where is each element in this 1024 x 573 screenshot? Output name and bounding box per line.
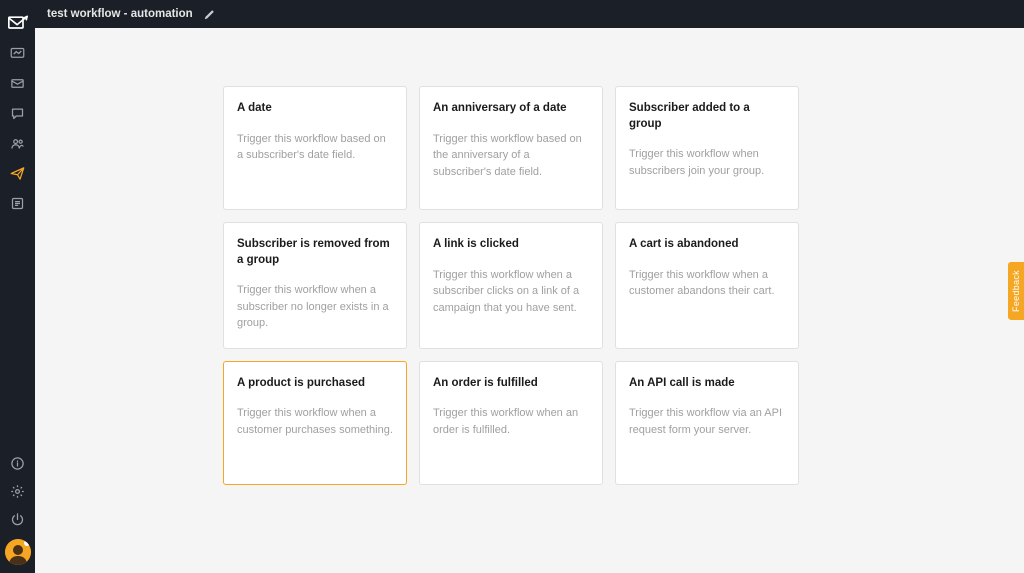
chart-icon <box>10 46 25 61</box>
trigger-card-title: Subscriber is removed from a group <box>237 237 393 268</box>
trigger-card-desc: Trigger this workflow based on a subscri… <box>237 131 393 164</box>
edit-title-button[interactable] <box>201 5 219 23</box>
trigger-card-title: A date <box>237 101 393 117</box>
users-icon <box>10 136 25 151</box>
trigger-card-desc: Trigger this workflow based on the anniv… <box>433 131 589 181</box>
trigger-card-title: A product is purchased <box>237 376 393 392</box>
trigger-card[interactable]: An API call is made Trigger this workflow… <box>615 361 799 485</box>
trigger-picker: A date Trigger this workflow based on a s… <box>35 28 1024 573</box>
trigger-card-title: An API call is made <box>629 376 785 392</box>
trigger-card-title: A cart is abandoned <box>629 237 785 253</box>
trigger-card-desc: Trigger this workflow when a subscriber … <box>237 282 393 332</box>
feedback-tab[interactable]: Feedback <box>1008 262 1024 320</box>
trigger-card[interactable]: Subscriber added to a group Trigger this … <box>615 86 799 210</box>
settings-icon <box>10 484 25 499</box>
nav-automation[interactable] <box>0 158 35 188</box>
app-logo[interactable] <box>0 8 35 38</box>
trigger-card-desc: Trigger this workflow when a customer ab… <box>629 267 785 300</box>
sidebar <box>0 0 35 573</box>
nav-subscribers[interactable] <box>0 128 35 158</box>
nav-help[interactable] <box>0 449 35 477</box>
trigger-card-desc: Trigger this workflow when a subscriber … <box>433 267 589 317</box>
trigger-card[interactable]: A date Trigger this workflow based on a s… <box>223 86 407 210</box>
comment-icon <box>10 106 25 121</box>
trigger-card-title: A link is clicked <box>433 237 589 253</box>
trigger-card-desc: Trigger this workflow when a customer pu… <box>237 405 393 438</box>
main: test workflow - automation A date Trigger… <box>35 0 1024 573</box>
info-icon <box>10 456 25 471</box>
trigger-card[interactable]: A cart is abandoned Trigger this workflow… <box>615 222 799 349</box>
trigger-card-desc: Trigger this workflow when subscribers j… <box>629 146 785 179</box>
header: test workflow - automation <box>35 0 1024 28</box>
pencil-icon <box>204 9 215 20</box>
nav-messages[interactable] <box>0 98 35 128</box>
nav-reports[interactable] <box>0 38 35 68</box>
workflow-title: test workflow - automation <box>47 8 193 20</box>
trigger-card-desc: Trigger this workflow via an API request… <box>629 405 785 438</box>
trigger-card[interactable]: A product is purchased Trigger this workf… <box>223 361 407 485</box>
power-icon <box>10 512 25 527</box>
trigger-card-title: An order is fulfilled <box>433 376 589 392</box>
user-avatar[interactable] <box>5 539 31 565</box>
trigger-card[interactable]: A link is clicked Trigger this workflow w… <box>419 222 603 349</box>
trigger-card-desc: Trigger this workflow when an order is f… <box>433 405 589 438</box>
trigger-card-title: An anniversary of a date <box>433 101 589 117</box>
envelope-icon <box>10 76 25 91</box>
nav-settings[interactable] <box>0 477 35 505</box>
trigger-card[interactable]: Subscriber is removed from a group Trigge… <box>223 222 407 349</box>
trigger-card[interactable]: An anniversary of a date Trigger this wor… <box>419 86 603 210</box>
nav-forms[interactable] <box>0 188 35 218</box>
nav-logout[interactable] <box>0 505 35 533</box>
list-icon <box>10 196 25 211</box>
trigger-card-title: Subscriber added to a group <box>629 101 785 132</box>
nav-campaigns[interactable] <box>0 68 35 98</box>
plane-icon <box>10 166 25 181</box>
trigger-card[interactable]: An order is fulfilled Trigger this workfl… <box>419 361 603 485</box>
